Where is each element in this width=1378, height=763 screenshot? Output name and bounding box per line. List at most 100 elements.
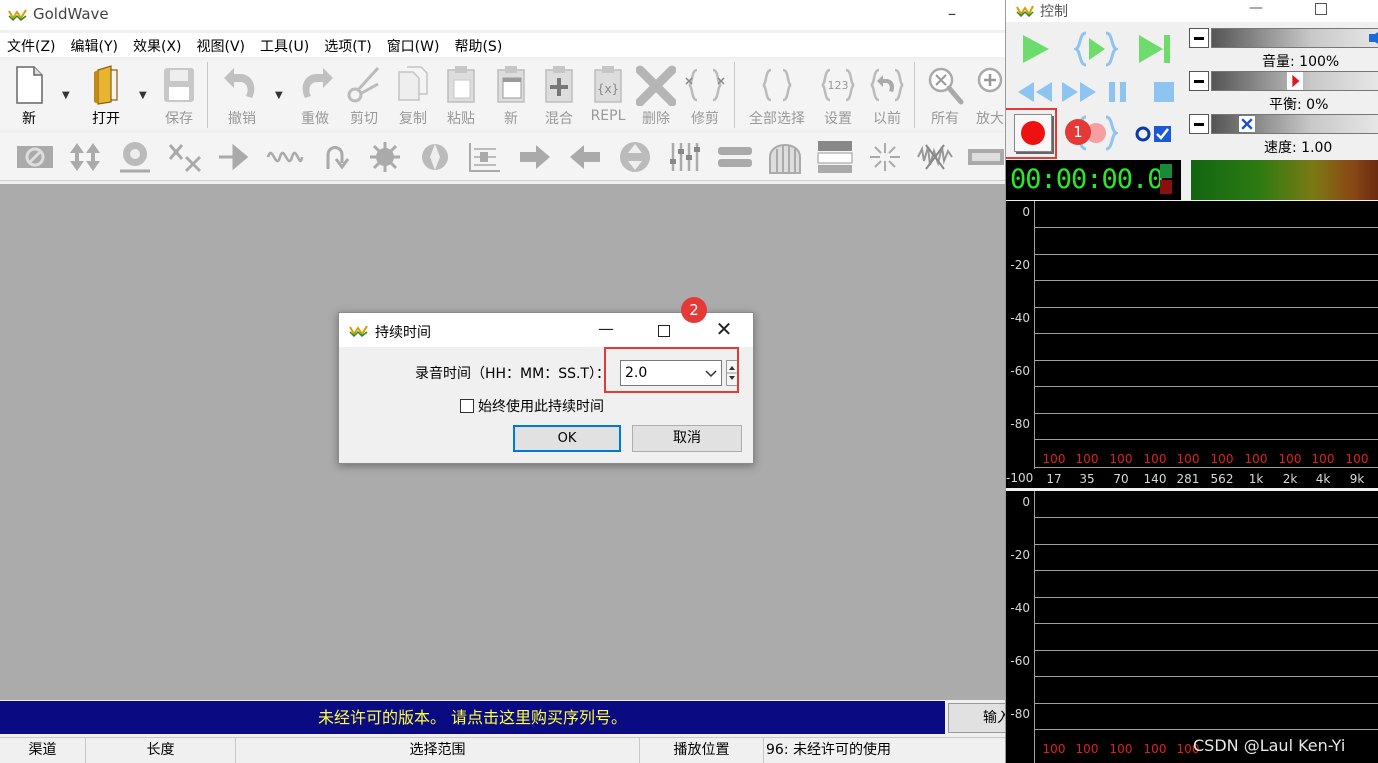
- pause-icon[interactable]: [1106, 80, 1130, 104]
- save-disk-icon: [164, 68, 194, 102]
- flange-icon[interactable]: [266, 139, 304, 175]
- toolbar-separator: [207, 62, 208, 128]
- ok-button[interactable]: OK: [513, 425, 621, 452]
- playback-rate-icon[interactable]: [566, 139, 604, 175]
- volume-thumb-icon[interactable]: [1367, 28, 1378, 48]
- delete-button[interactable]: 删除: [632, 60, 680, 130]
- mechanize-icon[interactable]: [416, 139, 454, 175]
- y-tick: -40: [1010, 311, 1030, 325]
- y-tick: -100: [1006, 471, 1034, 485]
- cancel-button[interactable]: 取消: [632, 425, 742, 452]
- select-all-icon: [762, 68, 792, 102]
- record-time-spinner[interactable]: [726, 360, 738, 386]
- chevron-down-icon[interactable]: [703, 364, 719, 382]
- control-minimize-button[interactable]: —: [1246, 0, 1266, 20]
- cut-button[interactable]: 剪切: [342, 60, 386, 130]
- menu-file[interactable]: 文件(Z): [0, 33, 64, 57]
- goldwave-logo-icon: [349, 325, 368, 337]
- volume-slider[interactable]: [1189, 28, 1378, 50]
- reverse-icon[interactable]: [616, 139, 654, 175]
- fast-forward-icon[interactable]: [1060, 80, 1098, 104]
- filter-icon[interactable]: [366, 139, 404, 175]
- undo-button[interactable]: 撤销: [216, 60, 268, 130]
- new-button[interactable]: 新: [4, 60, 54, 130]
- compress-icon[interactable]: [66, 139, 104, 175]
- dialog-maximize-button[interactable]: [658, 325, 670, 337]
- loop-icon[interactable]: [316, 139, 354, 175]
- balance-thumb-icon[interactable]: [1287, 71, 1303, 91]
- speed-track[interactable]: [1211, 114, 1378, 134]
- menu-bar: 文件(Z) 编辑(Y) 效果(X) 视图(V) 工具(U) 选项(T) 窗口(W…: [0, 33, 1005, 57]
- speed-thumb-icon[interactable]: [1239, 114, 1255, 134]
- equalizer-icon[interactable]: [716, 139, 754, 175]
- reverb-icon[interactable]: [816, 139, 854, 175]
- volume-track[interactable]: [1211, 28, 1378, 48]
- replace-button[interactable]: {x} REPL: [586, 60, 630, 130]
- paste-button[interactable]: 粘贴: [438, 60, 484, 130]
- record-time-combo[interactable]: 2.0: [620, 360, 722, 386]
- echo-icon[interactable]: [116, 139, 154, 175]
- freq-label: 9k: [1349, 472, 1365, 486]
- previous-button[interactable]: 以前: [864, 60, 910, 130]
- menu-tools[interactable]: 工具(U): [253, 33, 317, 57]
- dialog-close-button[interactable]: ✕: [713, 317, 735, 341]
- peak-label: 100: [1042, 452, 1066, 466]
- dc-offset-icon[interactable]: [16, 139, 54, 175]
- time-warp-icon[interactable]: [916, 139, 954, 175]
- set-button[interactable]: 123 设置: [814, 60, 862, 130]
- play-selection-icon[interactable]: [1074, 30, 1118, 68]
- noise-gate-icon[interactable]: [766, 139, 804, 175]
- dialog-minimize-button[interactable]: —: [595, 319, 617, 341]
- mix-button[interactable]: 混合: [536, 60, 582, 130]
- balance-decrease-button[interactable]: [1189, 71, 1209, 91]
- new-dropdown-arrow-icon[interactable]: ▼: [62, 90, 72, 101]
- stop-icon[interactable]: [1152, 80, 1176, 104]
- noise-reduction-icon[interactable]: [966, 139, 1004, 175]
- y-tick: 0: [1022, 495, 1030, 509]
- trim-button[interactable]: 修剪: [682, 60, 728, 130]
- offset-icon[interactable]: [466, 139, 504, 175]
- copy-button[interactable]: 复制: [390, 60, 436, 130]
- always-use-duration-label[interactable]: 始终使用此持续时间: [478, 396, 604, 416]
- menu-edit[interactable]: 编辑(Y): [64, 33, 126, 57]
- spectrum-icon[interactable]: [866, 139, 904, 175]
- redo-button[interactable]: 重做: [290, 60, 340, 130]
- unlicensed-banner[interactable]: 未经许可的版本。 请点击这里购买序列号。: [0, 701, 945, 734]
- control-maximize-button[interactable]: [1315, 3, 1327, 15]
- spinner-arrows-icon[interactable]: [727, 361, 737, 385]
- monitor-input-icon[interactable]: [1134, 124, 1174, 144]
- open-dropdown-arrow-icon[interactable]: ▼: [139, 90, 149, 101]
- volume-decrease-button[interactable]: [1189, 28, 1209, 48]
- play-icon[interactable]: [1018, 32, 1052, 66]
- volume-icon[interactable]: [666, 139, 704, 175]
- menu-view[interactable]: 视图(V): [190, 33, 254, 57]
- record-button[interactable]: [1014, 114, 1052, 152]
- record-time-value[interactable]: 2.0: [625, 365, 647, 381]
- undo-icon: [224, 68, 255, 98]
- fade-icon[interactable]: [216, 139, 254, 175]
- menu-help[interactable]: 帮助(S): [447, 33, 510, 57]
- speed-slider[interactable]: [1189, 114, 1378, 136]
- select-all-button[interactable]: 全部选择: [744, 60, 810, 130]
- level-meter-bar: [1191, 160, 1378, 200]
- volume-label: 音量: 100%: [1262, 54, 1340, 70]
- menu-effects[interactable]: 效果(X): [126, 33, 190, 57]
- zoom-in-button[interactable]: 放大: [972, 60, 1005, 130]
- zoom-all-button[interactable]: 所有: [922, 60, 968, 130]
- open-button[interactable]: 打开: [80, 60, 132, 130]
- save-button[interactable]: 保存: [155, 60, 203, 130]
- always-use-duration-checkbox[interactable]: [460, 399, 474, 413]
- minimize-button[interactable]: –: [940, 4, 964, 24]
- speed-decrease-button[interactable]: [1189, 114, 1209, 134]
- enter-serial-button[interactable]: 输入: [948, 703, 1005, 733]
- doppler-icon[interactable]: [166, 139, 204, 175]
- rewind-icon[interactable]: [1016, 80, 1054, 104]
- undo-dropdown-arrow-icon[interactable]: ▼: [275, 90, 285, 101]
- menu-window[interactable]: 窗口(W): [380, 33, 448, 57]
- paste-new-button[interactable]: 新: [488, 60, 534, 130]
- play-to-end-icon[interactable]: [1134, 32, 1174, 66]
- peak-label: 100: [1345, 452, 1369, 466]
- balance-slider[interactable]: [1189, 71, 1378, 93]
- pitch-icon[interactable]: [516, 139, 554, 175]
- menu-options[interactable]: 选项(T): [317, 33, 379, 57]
